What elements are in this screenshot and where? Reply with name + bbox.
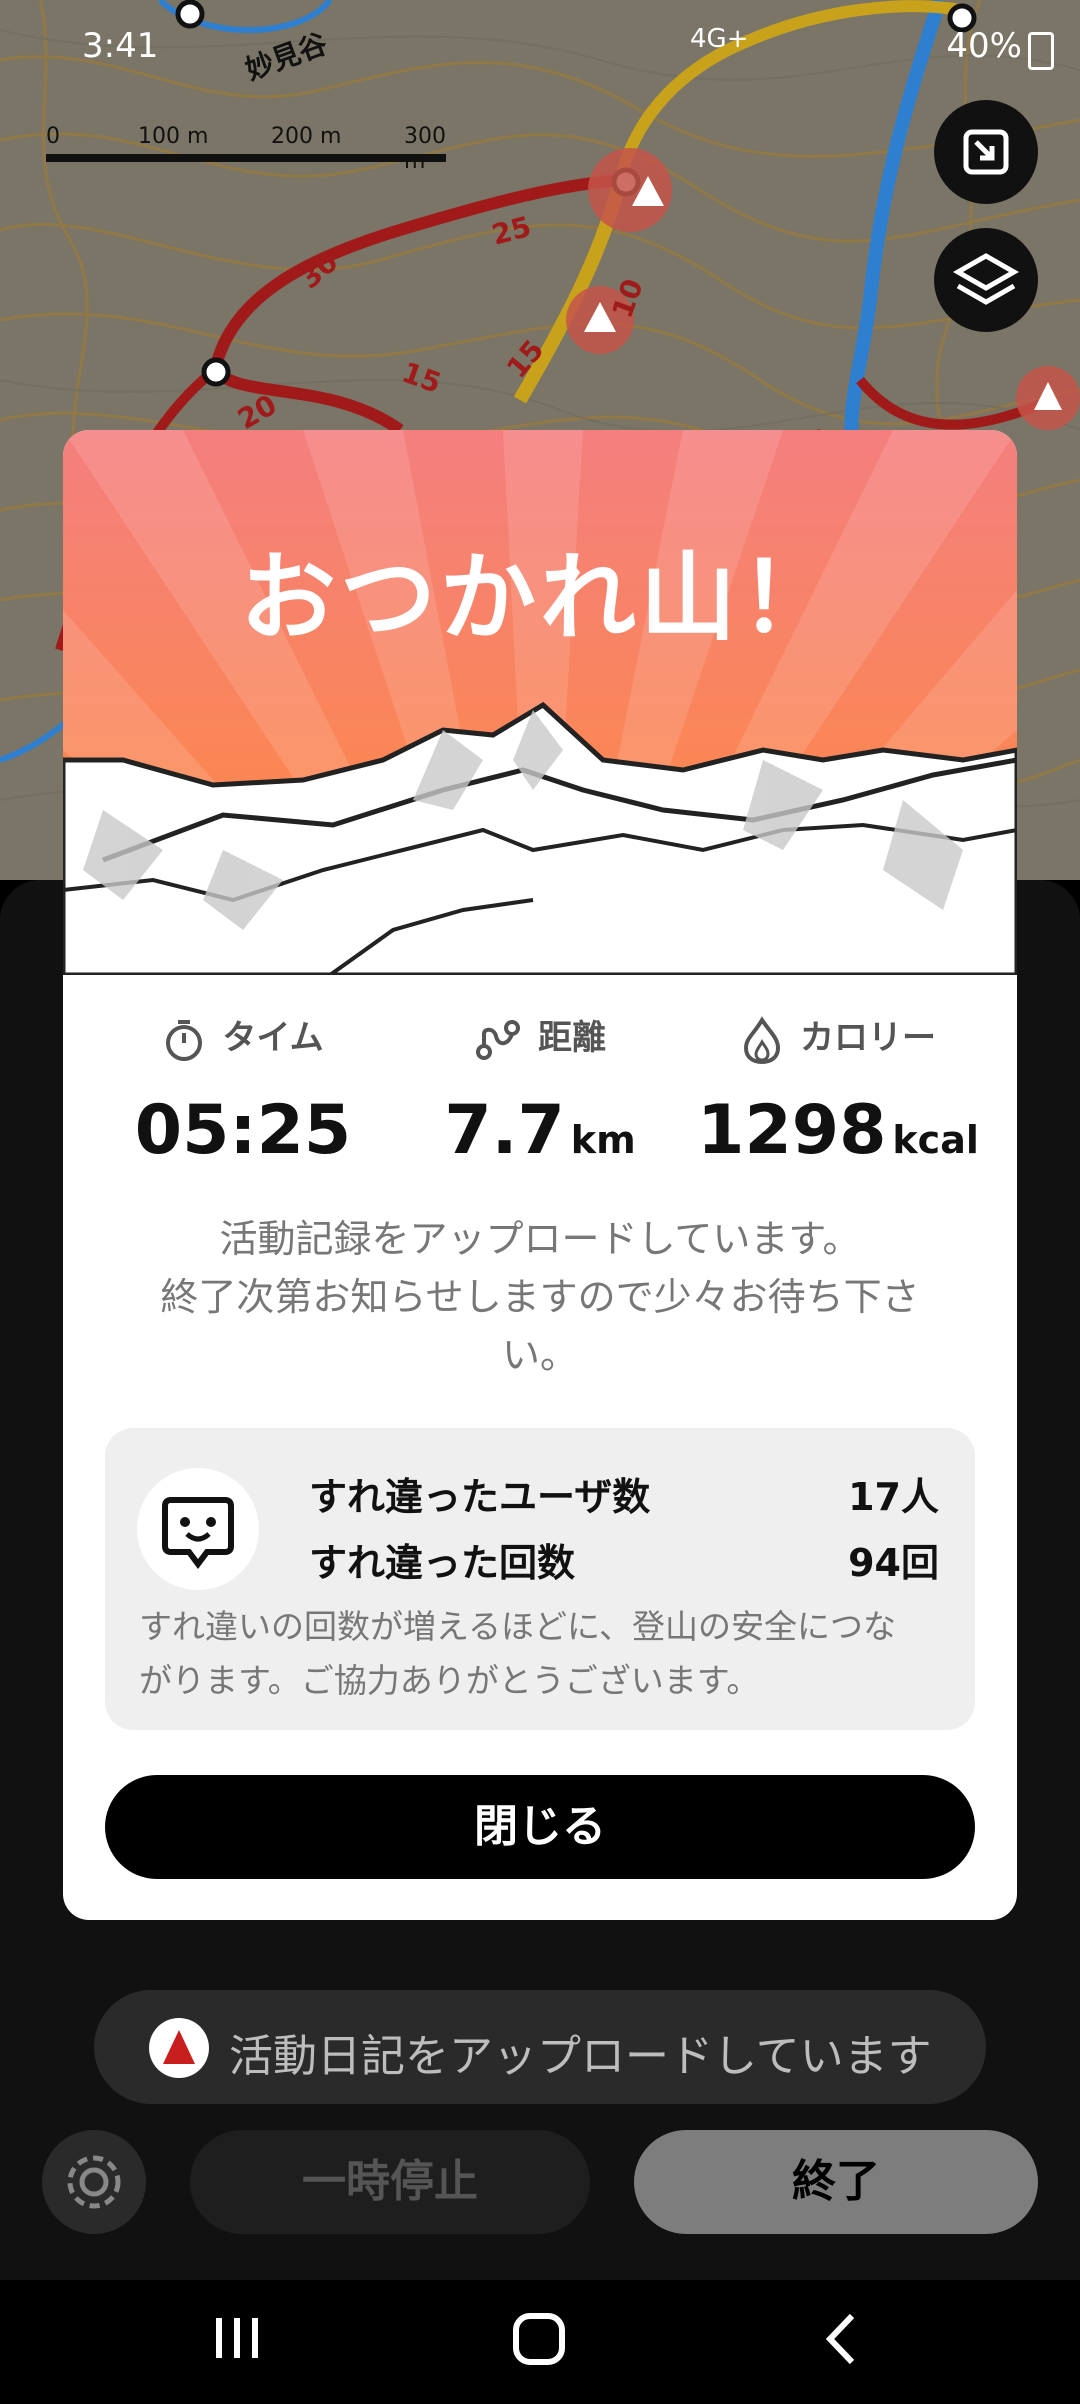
passing-users-value: 17人: [848, 1475, 939, 1519]
scale-label: 100 m: [138, 124, 209, 149]
gear-icon: [67, 2155, 121, 2209]
pause-button[interactable]: 一時停止: [190, 2130, 590, 2234]
status-bar: 3:41 4G+ 40%: [0, 18, 1080, 78]
fullscreen-button[interactable]: [934, 100, 1038, 204]
app-logo-icon: [149, 2018, 209, 2078]
dialog-title: おつかれ山！: [240, 542, 840, 654]
trail-marker: 25: [488, 210, 534, 252]
scale-label: 200 m: [271, 124, 342, 149]
upload-message: 活動記録をアップロードしています。 終了次第お知らせしますので少々お待ち下さ い…: [123, 1210, 957, 1384]
note-line: がります。ご協力ありがとうございます。: [139, 1661, 760, 1700]
layers-button[interactable]: [934, 228, 1038, 332]
distance-unit: km: [570, 1118, 636, 1162]
sunset-mountains-illustration: [63, 430, 1017, 975]
status-time: 3:41: [82, 26, 159, 66]
end-button[interactable]: 終了: [634, 2130, 1038, 2234]
distance-stat: 距離 7.7 km: [390, 1015, 690, 1170]
passing-users-row: すれ違ったユーザ数 17人: [309, 1466, 939, 1521]
message-line: い。: [501, 1333, 578, 1377]
flame-icon: [743, 1015, 781, 1064]
back-icon[interactable]: [825, 2313, 855, 2365]
passing-note: すれ違いの回数が増えるほどに、登山の安全につな がります。ご協力ありがとうござい…: [139, 1600, 949, 1708]
calorie-stat: カロリー 1298 kcal: [688, 1015, 988, 1170]
toast-text: 活動日記をアップロードしています: [229, 2031, 932, 2082]
network-label: 4G+: [690, 24, 749, 54]
passing-card: すれ違ったユーザ数 17人 すれ違った回数 94回 すれ違いの回数が増えるほどに…: [105, 1428, 975, 1730]
time-stat: タイム 05:25: [93, 1015, 393, 1170]
calorie-label: カロリー: [800, 1018, 936, 1058]
home-icon[interactable]: [513, 2313, 565, 2365]
passing-count-label: すれ違った回数: [309, 1541, 576, 1585]
completion-dialog: おつかれ山！ タイム 05:25 距離 7.7 km カロリー 1298 kca…: [63, 430, 1017, 1920]
trail-marker: 15: [398, 356, 446, 400]
upload-toast: 活動日記をアップロードしています: [94, 1990, 986, 2104]
battery-icon: [1028, 32, 1054, 70]
calorie-value: 1298: [697, 1091, 887, 1170]
scale-label: 0: [46, 124, 60, 149]
passing-users-label: すれ違ったユーザ数: [309, 1475, 651, 1519]
passing-count-row: すれ違った回数 94回: [309, 1532, 939, 1587]
close-button[interactable]: 閉じる: [105, 1775, 975, 1879]
scale-label: 300 m: [404, 124, 446, 174]
system-nav-bar: [0, 2280, 1080, 2400]
stopwatch-icon: [166, 1019, 203, 1061]
calorie-unit: kcal: [892, 1118, 979, 1162]
distance-value: 7.7: [444, 1091, 565, 1170]
note-line: すれ違いの回数が増えるほどに、登山の安全につな: [139, 1607, 897, 1646]
passing-count-value: 94回: [848, 1541, 939, 1585]
trail-marker: 15: [500, 333, 550, 384]
layers-icon: [952, 253, 1020, 305]
recent-apps-icon[interactable]: [216, 2318, 258, 2358]
message-line: 終了次第お知らせしますので少々お待ち下さ: [160, 1275, 920, 1319]
route-icon: [476, 1019, 520, 1060]
map-scale: 0 100 m 200 m 300 m: [46, 124, 466, 174]
distance-label: 距離: [538, 1018, 606, 1058]
time-label: タイム: [222, 1018, 324, 1058]
message-line: 活動記録をアップロードしています。: [219, 1217, 861, 1261]
passing-face-icon: [137, 1468, 259, 1590]
time-value: 05:25: [134, 1091, 352, 1170]
battery-level: 40%: [946, 26, 1022, 66]
settings-button[interactable]: [42, 2130, 146, 2234]
expand-icon: [963, 129, 1009, 175]
